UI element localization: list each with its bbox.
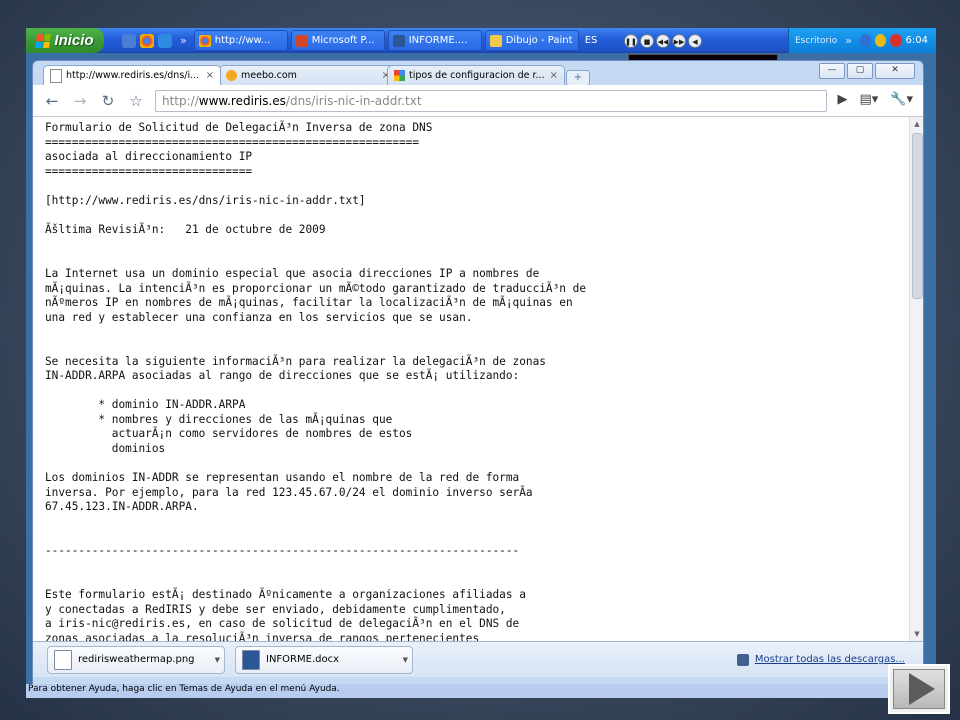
- scroll-thumb[interactable]: [912, 133, 923, 299]
- tab-rediris[interactable]: http://www.rediris.es/dns/i... ×: [43, 65, 221, 85]
- task-button-powerpoint[interactable]: Microsoft P...: [290, 30, 385, 51]
- quicklaunch-chevron-icon[interactable]: »: [180, 34, 187, 47]
- scroll-down-icon[interactable]: ▼: [910, 627, 923, 641]
- bookmark-star-icon[interactable]: ☆: [127, 92, 145, 110]
- start-label: Inicio: [54, 32, 94, 49]
- meebo-icon: [226, 70, 237, 81]
- address-bar[interactable]: http:// www.rediris.es /dns/iris-nic-in-…: [155, 89, 827, 112]
- chrome-icon: [198, 34, 211, 47]
- tray-chevron-icon[interactable]: »: [845, 34, 852, 47]
- browser-toolbar: ← → ↻ ☆ http:// www.rediris.es /dns/iris…: [33, 85, 923, 117]
- download-icon: [736, 653, 749, 666]
- desktop-toolbar-label[interactable]: Escritorio: [795, 36, 837, 46]
- taskbar: Inicio » http://ww... Microsoft P... INF…: [26, 28, 936, 53]
- tab-strip: http://www.rediris.es/dns/i... × meebo.c…: [33, 61, 923, 86]
- chevron-down-icon[interactable]: ▼: [403, 656, 408, 664]
- stop-icon[interactable]: ■: [640, 33, 654, 48]
- toolbar-right-actions: ▶ ▤▾ 🔧▾: [837, 92, 913, 107]
- url-host: www.rediris.es: [198, 93, 286, 108]
- browser-window: http://www.rediris.es/dns/i... × meebo.c…: [32, 60, 924, 688]
- task-button-paint[interactable]: Dibujo - Paint: [484, 30, 579, 51]
- word-file-icon: [242, 649, 260, 670]
- close-tab-icon[interactable]: ×: [206, 70, 214, 81]
- image-file-icon: [54, 649, 72, 670]
- go-arrow-icon[interactable]: ▶: [837, 92, 847, 107]
- tab-google[interactable]: tipos de configuracion de r... ×: [387, 65, 565, 85]
- powerpoint-icon: [295, 34, 308, 47]
- download-item-png[interactable]: redirisweathermap.png ▼: [47, 645, 225, 674]
- play-arrow-icon: [909, 673, 935, 705]
- maximize-icon[interactable]: ▢: [847, 63, 873, 79]
- url-path: /dns/iris-nic-in-addr.txt: [285, 93, 422, 108]
- scroll-up-icon[interactable]: ▲: [910, 117, 923, 131]
- next-slide-frame: [893, 669, 945, 709]
- show-desktop-icon[interactable]: [122, 33, 136, 48]
- pause-icon[interactable]: ❚❚: [624, 33, 638, 48]
- forward-arrow-icon[interactable]: →: [71, 92, 89, 110]
- next-slide-button[interactable]: [888, 664, 950, 714]
- page-menu-icon[interactable]: ▤▾: [859, 92, 878, 107]
- window-controls: — ▢ ✕: [819, 63, 915, 79]
- previous-icon[interactable]: ◀◀: [656, 33, 670, 48]
- system-tray: Escritorio » 6:04: [788, 28, 936, 53]
- page-icon: [50, 68, 62, 83]
- reload-icon[interactable]: ↻: [99, 92, 117, 110]
- start-button[interactable]: Inicio: [26, 28, 104, 53]
- vertical-scrollbar[interactable]: ▲ ▼: [909, 117, 923, 641]
- volume-icon[interactable]: ◀: [688, 33, 702, 48]
- chevron-down-icon[interactable]: ▼: [215, 656, 220, 664]
- quick-launch: »: [122, 33, 191, 48]
- new-tab-button[interactable]: +: [566, 70, 590, 86]
- chrome-quick-icon[interactable]: [140, 33, 154, 48]
- windows-flag-icon: [35, 33, 52, 48]
- paint-icon: [489, 34, 502, 47]
- task-button-word[interactable]: INFORME....: [387, 30, 482, 51]
- minimize-icon[interactable]: —: [819, 63, 845, 79]
- network-icon[interactable]: [860, 34, 872, 47]
- close-window-icon[interactable]: ✕: [875, 63, 915, 79]
- security-shield-icon[interactable]: [875, 34, 887, 47]
- antivirus-icon[interactable]: [890, 34, 902, 47]
- back-arrow-icon[interactable]: ←: [43, 92, 61, 110]
- language-indicator[interactable]: ES: [585, 35, 598, 46]
- url-scheme: http://: [162, 93, 199, 108]
- google-icon: [394, 70, 405, 81]
- word-icon: [392, 34, 405, 47]
- ie-quick-icon[interactable]: [158, 33, 172, 48]
- xp-desktop: Inicio » http://ww... Microsoft P... INF…: [26, 28, 936, 698]
- tab-meebo[interactable]: meebo.com ×: [219, 65, 397, 85]
- task-button-chrome[interactable]: http://ww...: [193, 30, 288, 51]
- status-bar: Para obtener Ayuda, haga clic en Temas d…: [26, 684, 936, 698]
- close-tab-icon[interactable]: ×: [550, 70, 558, 81]
- media-toolbar: ❚❚ ■ ◀◀ ▶▶ ◀: [624, 31, 702, 50]
- document-text: Formulario de Solicitud de DelegaciÃ³n I…: [45, 121, 586, 641]
- next-icon[interactable]: ▶▶: [672, 33, 686, 48]
- clock[interactable]: 6:04: [906, 35, 928, 46]
- wrench-menu-icon[interactable]: 🔧▾: [890, 92, 913, 107]
- downloads-shelf: redirisweathermap.png ▼ INFORME.docx ▼ M…: [33, 641, 923, 677]
- show-all-downloads-link[interactable]: Mostrar todas las descargas...: [736, 653, 905, 666]
- page-content: Formulario de Solicitud de DelegaciÃ³n I…: [33, 117, 909, 641]
- download-item-docx[interactable]: INFORME.docx ▼: [235, 645, 413, 674]
